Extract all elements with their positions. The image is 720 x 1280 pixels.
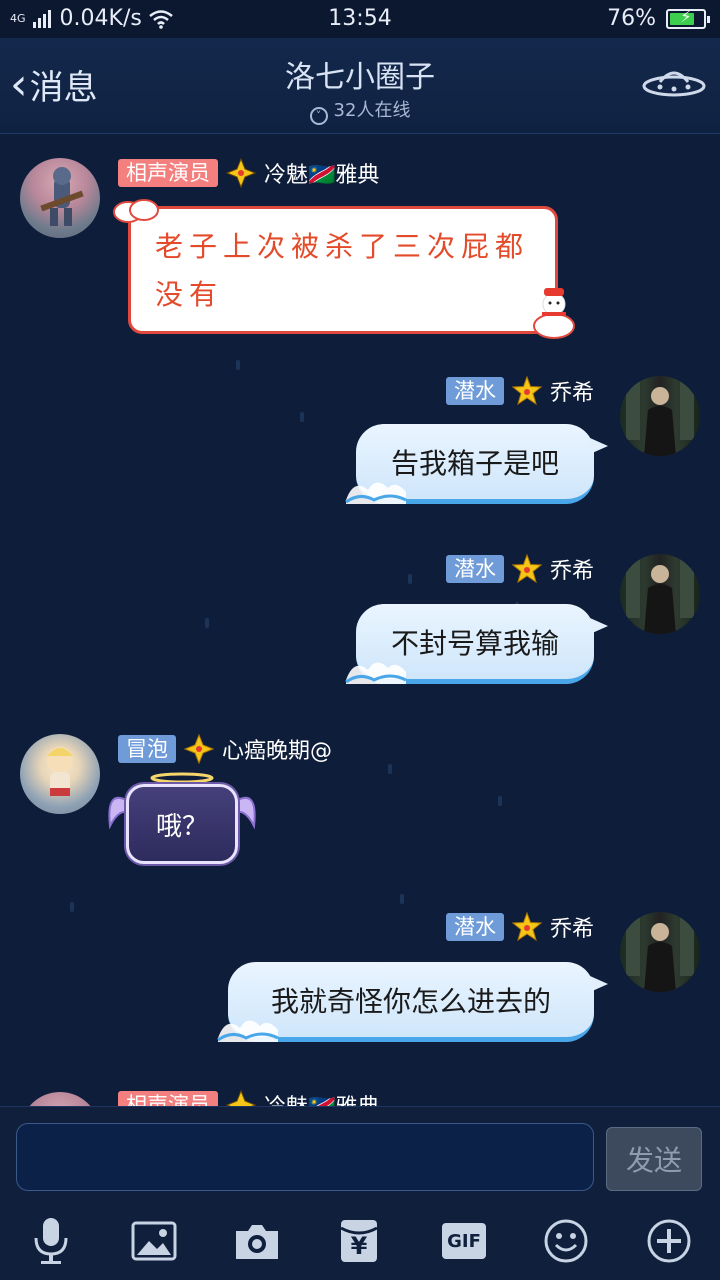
group-title[interactable]: 洛七小圈子 [0, 52, 720, 96]
avatar[interactable] [20, 1092, 100, 1106]
message-list[interactable]: 相声演员 冷魅🇳🇦雅典 老子上次被杀了三次屁都没有 潜水 乔希 告我箱子是吧 潜… [0, 134, 720, 1106]
background-dot [300, 412, 304, 422]
message-meta: 潜水 乔希 [446, 376, 594, 406]
background-dot [388, 764, 392, 774]
level-star-icon [226, 158, 256, 188]
avatar[interactable] [620, 912, 700, 992]
message-input[interactable] [16, 1123, 594, 1191]
member-title-badge: 冒泡 [118, 735, 176, 763]
sender-name: 乔希 [550, 559, 595, 584]
sender-name: 冷魅🇳🇦雅典 [264, 1089, 379, 1106]
message-meta: 相声演员 冷魅🇳🇦雅典 [118, 1090, 379, 1106]
red-packet-icon[interactable]: ¥ [332, 1214, 386, 1268]
emoji-icon[interactable] [539, 1214, 593, 1268]
person-avatar-image [626, 558, 694, 634]
online-count[interactable]: ˅ 32人在线 [0, 96, 720, 125]
battery-icon: ⚡ [666, 7, 710, 29]
message-meta: 潜水 乔希 [446, 912, 594, 942]
mic-icon[interactable] [24, 1214, 78, 1268]
bubble-tail [590, 976, 608, 992]
message-meta: 冒泡 心癌晚期@ [118, 734, 332, 764]
cloud-decoration-icon [113, 199, 159, 223]
send-button[interactable]: 发送 [606, 1127, 702, 1191]
message-text: 不封号算我输 [390, 626, 559, 660]
snowman-decoration-icon [533, 288, 575, 339]
battery-percent: 76% [607, 6, 656, 31]
cartoon-cat-avatar-image [40, 167, 84, 226]
background-dot [236, 360, 240, 370]
avatar[interactable] [620, 554, 700, 634]
background-dot [408, 574, 412, 584]
bubble-tail [590, 618, 608, 634]
background-dot [70, 902, 74, 912]
online-text: 32人在线 [333, 100, 411, 121]
child-avatar-image [47, 747, 73, 796]
sender-name: 心癌晚期@ [222, 739, 333, 764]
member-title-badge: 相声演员 [118, 159, 218, 187]
ufo-icon[interactable] [642, 64, 706, 98]
member-title-badge: 相声演员 [118, 1091, 218, 1106]
member-title-badge: 潜水 [446, 377, 504, 405]
message-text: 哦？ [155, 811, 208, 842]
gif-label: GIF [442, 1223, 486, 1259]
background-dot [400, 894, 404, 904]
level-star-icon [184, 734, 214, 764]
bubble-tail [590, 438, 608, 454]
sender-name: 冷魅🇳🇦雅典 [264, 163, 380, 188]
message-text: 老子上次被杀了三次屁都没有 [155, 230, 530, 311]
level-star-icon [512, 912, 542, 942]
wave-decoration-icon [217, 1020, 279, 1042]
level-star-icon [226, 1090, 256, 1106]
yen-label: ¥ [350, 1232, 368, 1260]
wave-decoration-icon [345, 662, 407, 684]
message-bubble[interactable]: 我就奇怪你怎么进去的 [228, 962, 608, 1042]
person-avatar-image [626, 380, 694, 456]
message-meta: 潜水 乔希 [446, 554, 594, 584]
sender-name: 乔希 [550, 917, 595, 942]
input-bar: 发送 [0, 1106, 720, 1202]
message-bubble[interactable]: 哦？ [126, 784, 238, 864]
member-title-badge: 潜水 [446, 555, 504, 583]
level-star-icon [512, 376, 542, 406]
member-title-badge: 潜水 [446, 913, 504, 941]
sender-name: 乔希 [550, 381, 595, 406]
avatar[interactable] [620, 376, 700, 456]
status-bar: 4G 0.04K/s 13:54 76% ⚡ [0, 0, 720, 38]
gif-icon[interactable]: GIF [437, 1214, 491, 1268]
plus-icon[interactable] [642, 1214, 696, 1268]
wave-decoration-icon [345, 482, 407, 504]
message-text: 告我箱子是吧 [390, 446, 559, 480]
level-star-icon [512, 554, 542, 584]
chat-toolbar: ¥ GIF [0, 1202, 720, 1280]
camera-icon[interactable] [230, 1214, 284, 1268]
avatar[interactable] [20, 158, 100, 238]
image-icon[interactable] [127, 1214, 181, 1268]
message-text: 我就奇怪你怎么进去的 [270, 984, 551, 1018]
avatar[interactable] [20, 734, 100, 814]
message-meta: 相声演员 冷魅🇳🇦雅典 [118, 158, 379, 188]
background-dot [205, 618, 209, 628]
message-bubble[interactable]: 老子上次被杀了三次屁都没有 [128, 206, 558, 334]
chat-header: ‹ 消息 洛七小圈子 ˅ 32人在线 [0, 38, 720, 134]
background-dot [498, 796, 502, 806]
chevron-down-circle-icon: ˅ [309, 107, 328, 125]
person-avatar-image [626, 916, 694, 992]
